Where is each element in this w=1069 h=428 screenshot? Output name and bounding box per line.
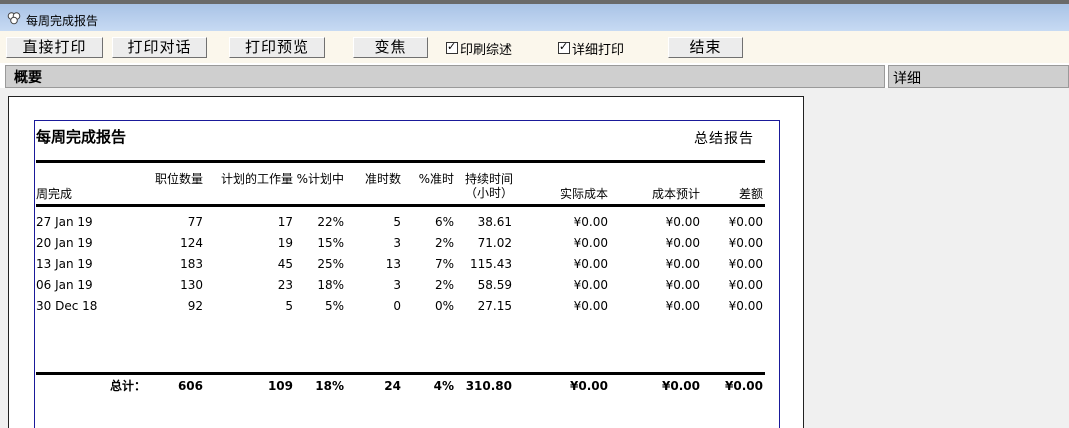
col-header-on-time: 准时数	[364, 172, 401, 186]
totals-cost-estimate: ¥0.00	[662, 379, 700, 393]
cell-variance: ¥0.00	[728, 278, 763, 292]
title-bar: 每周完成报告	[0, 0, 1069, 31]
header-top-rule	[36, 160, 765, 163]
cell-week: 27 Jan 19	[36, 215, 93, 229]
cell-positions: 77	[187, 215, 203, 229]
cell-actual-cost: ¥0.00	[573, 215, 608, 229]
cell-variance: ¥0.00	[728, 215, 763, 229]
cell-cost-estimate: ¥0.00	[665, 236, 700, 250]
totals-label: 总计：	[110, 379, 147, 393]
zoom-button[interactable]: 变焦	[353, 37, 428, 58]
window-title: 每周完成报告	[26, 14, 99, 28]
cell-positions: 92	[187, 299, 203, 313]
col-header-week: 周完成	[36, 187, 73, 201]
cell-on-time: 0	[393, 299, 401, 313]
overview-tab[interactable]: 概要	[5, 65, 885, 88]
cell-planned: 23	[277, 278, 293, 292]
cell-on-time: 3	[393, 278, 401, 292]
cell-positions: 130	[180, 278, 203, 292]
cell-pct-on-time: 2%	[434, 278, 454, 292]
cell-week: 06 Jan 19	[36, 278, 93, 292]
cell-pct-on-time: 7%	[434, 257, 454, 271]
cell-pct-planned: 25%	[317, 257, 344, 271]
report-summary-title: 总结报告	[694, 131, 754, 147]
app-window: 每周完成报告 直接打印 打印对话 打印预览 变焦 印刷综述 详细打印 结束 概要…	[0, 0, 1069, 428]
cell-duration: 115.43	[470, 257, 512, 271]
cell-actual-cost: ¥0.00	[573, 278, 608, 292]
toolbar: 直接打印 打印对话 打印预览 变焦 印刷综述 详细打印 结束	[0, 31, 1069, 63]
cell-cost-estimate: ¥0.00	[665, 215, 700, 229]
totals-planned: 109	[267, 379, 293, 393]
direct-print-button[interactable]: 直接打印	[6, 37, 103, 58]
cell-positions: 183	[180, 257, 203, 271]
totals-rule	[36, 372, 765, 375]
cell-pct-planned: 18%	[317, 278, 344, 292]
print-dialog-button[interactable]: 打印对话	[112, 37, 207, 58]
col-header-variance: 差额	[738, 187, 763, 201]
cell-duration: 27.15	[477, 299, 512, 313]
totals-positions: 606	[177, 379, 203, 393]
cell-actual-cost: ¥0.00	[573, 236, 608, 250]
print-detail-label: 详细打印	[572, 42, 625, 58]
cell-week: 13 Jan 19	[36, 257, 93, 271]
app-icon	[7, 12, 21, 25]
col-header-positions: 职位数量	[154, 172, 203, 186]
cell-pct-on-time: 2%	[434, 236, 454, 250]
report-title: 每周完成报告	[36, 128, 127, 146]
cell-planned: 5	[285, 299, 293, 313]
cell-duration: 58.59	[477, 278, 512, 292]
totals-on-time: 24	[384, 379, 401, 393]
checkbox-checked-icon	[558, 40, 570, 54]
cell-variance: ¥0.00	[728, 299, 763, 313]
cell-pct-on-time: 6%	[434, 215, 454, 229]
checkbox-checked-icon	[446, 40, 458, 54]
cell-actual-cost: ¥0.00	[573, 257, 608, 271]
cell-planned: 17	[277, 215, 293, 229]
cell-cost-estimate: ¥0.00	[665, 299, 700, 313]
col-header-duration-unit: （小时）	[464, 186, 513, 200]
print-detail-checkbox[interactable]: 详细打印	[558, 40, 625, 58]
cell-planned: 45	[277, 257, 293, 271]
col-header-pct-on-time: %准时	[418, 172, 454, 186]
cell-duration: 38.61	[477, 215, 512, 229]
col-header-cost-estimate: 成本预计	[651, 187, 700, 201]
overview-label: 概要	[14, 70, 42, 86]
print-summary-checkbox[interactable]: 印刷综述	[446, 40, 513, 58]
totals-variance: ¥0.00	[725, 379, 763, 393]
cell-positions: 124	[180, 236, 203, 250]
cell-cost-estimate: ¥0.00	[665, 257, 700, 271]
finish-button[interactable]: 结束	[668, 37, 743, 58]
cell-week: 20 Jan 19	[36, 236, 93, 250]
col-header-planned: 计划的工作量	[220, 172, 293, 186]
cell-duration: 71.02	[477, 236, 512, 250]
detail-label: 详细	[893, 71, 921, 87]
col-header-pct-planned: %计划中	[296, 172, 344, 186]
cell-variance: ¥0.00	[728, 257, 763, 271]
detail-tab[interactable]: 详细	[888, 65, 1069, 88]
cell-variance: ¥0.00	[728, 236, 763, 250]
cell-on-time: 13	[385, 257, 401, 271]
cell-pct-planned: 5%	[324, 299, 344, 313]
col-header-actual-cost: 实际成本	[559, 187, 608, 201]
cell-on-time: 5	[393, 215, 401, 229]
cell-cost-estimate: ¥0.00	[665, 278, 700, 292]
col-header-duration: 持续时间	[464, 172, 513, 186]
cell-week: 30 Dec 18	[36, 299, 98, 313]
cell-pct-on-time: 0%	[434, 299, 454, 313]
totals-actual-cost: ¥0.00	[570, 379, 608, 393]
print-preview-button[interactable]: 打印预览	[229, 37, 325, 58]
cell-pct-planned: 22%	[317, 215, 344, 229]
header-bottom-rule	[36, 204, 765, 207]
totals-pct-planned: 18%	[315, 379, 344, 393]
cell-actual-cost: ¥0.00	[573, 299, 608, 313]
cell-pct-planned: 15%	[317, 236, 344, 250]
totals-duration: 310.80	[465, 379, 512, 393]
totals-pct-on-time: 4%	[433, 379, 454, 393]
cell-on-time: 3	[393, 236, 401, 250]
cell-planned: 19	[277, 236, 293, 250]
print-summary-label: 印刷综述	[460, 42, 513, 58]
